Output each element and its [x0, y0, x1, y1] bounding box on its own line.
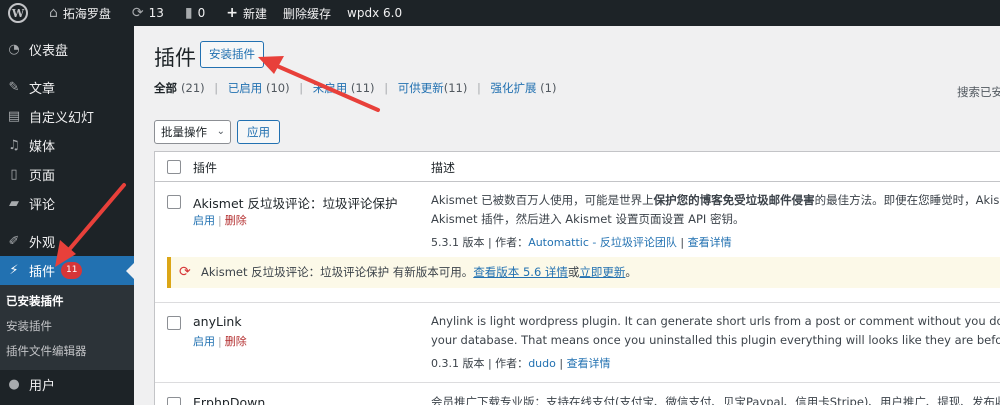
plugin-meta: 0.3.1 版本 | 作者：dudo | 查看详情: [431, 357, 611, 370]
sidebar-item-plugins[interactable]: ⚡ 插件 11: [0, 256, 134, 285]
sidebar-item-label: 用户: [29, 379, 56, 394]
sidebar-item-slides[interactable]: ▤ 自定义幻灯: [0, 102, 134, 131]
table-row: anyLink 启用 | 删除 Anylink is light wordpress…: [155, 303, 1000, 383]
update-now-link[interactable]: 立即更新: [579, 265, 625, 279]
plus-icon: +: [226, 5, 239, 21]
sidebar-item-dashboard[interactable]: ◔ 仪表盘: [0, 35, 134, 64]
comment-icon: ▰: [9, 196, 19, 211]
wpdx-label: wpdx 6.0: [347, 6, 403, 20]
delete-link[interactable]: 删除: [225, 335, 247, 348]
row-actions: 启用 | 删除: [193, 335, 247, 348]
wpdx-menu[interactable]: wpdx 6.0: [339, 0, 410, 26]
row-checkbox[interactable]: [167, 195, 181, 209]
plugin-name: anyLink: [193, 314, 242, 329]
site-name-menu[interactable]: ⌂ 拓海罗盘: [36, 0, 119, 26]
sidebar-item-comments[interactable]: ▰ 评论: [0, 189, 134, 218]
select-all-checkbox[interactable]: [167, 160, 181, 174]
wordpress-logo-icon: W: [8, 3, 28, 23]
updates-count: 13: [148, 6, 164, 20]
submenu-plugin-editor[interactable]: 插件文件编辑器: [0, 339, 134, 364]
dashboard-icon: ◔: [8, 42, 20, 57]
row-checkbox[interactable]: [167, 397, 181, 405]
activate-link[interactable]: 启用: [193, 335, 215, 348]
filter-all[interactable]: 全部 (21): [154, 81, 205, 95]
sidebar-item-label: 媒体: [29, 140, 56, 155]
plugins-table: 插件 描述 Akismet 反垃圾评论：垃圾评论保护 启用 | 删除 Akismet…: [154, 151, 1000, 405]
sidebar-item-appearance[interactable]: ✐ 外观: [0, 227, 134, 256]
plugin-name: Akismet 反垃圾评论：垃圾评论保护: [193, 196, 398, 211]
row-checkbox[interactable]: [167, 316, 181, 330]
site-name: 拓海罗盘: [62, 6, 111, 21]
view-details-link[interactable]: 查看详情: [567, 357, 611, 370]
filter-inactive[interactable]: 未启用 (11): [313, 81, 375, 95]
chevron-down-icon: ⌄: [216, 126, 225, 137]
table-row: ErphpDown 会员推广下载专业版：支持在线支付(支付宝、微信支付、贝宝Pa…: [155, 383, 1000, 405]
plugin-icon: ⚡: [9, 263, 19, 278]
clear-cache-button[interactable]: 删除缓存: [275, 0, 339, 26]
plugin-description: Anylink is light wordpress plugin. It ca…: [431, 314, 1000, 347]
sidebar-item-label: 插件: [29, 265, 56, 280]
user-icon: ●: [8, 377, 20, 392]
search-plugins-label: 搜索已安: [957, 85, 1000, 99]
new-label: 新建: [243, 6, 268, 21]
plugin-meta: 5.3.1 版本 | 作者：Automattic - 反垃圾评论团队 | 查看详…: [431, 236, 732, 249]
row-actions: 启用 | 删除: [193, 214, 247, 227]
plugin-name: ErphpDown: [193, 395, 266, 405]
sidebar-item-label: 评论: [29, 198, 56, 213]
plugins-submenu: 已安装插件 安装插件 插件文件编辑器: [0, 285, 134, 370]
sidebar-item-posts[interactable]: ✎ 文章: [0, 73, 134, 102]
sidebar-item-users[interactable]: ● 用户: [0, 370, 134, 399]
sidebar-item-label: 仪表盘: [29, 44, 69, 59]
comment-bubble-icon: ▮: [184, 5, 193, 21]
comments-count: 0: [197, 6, 206, 20]
sidebar-item-label: 外观: [29, 236, 56, 251]
apply-button[interactable]: 应用: [237, 120, 280, 144]
activate-link[interactable]: 启用: [193, 214, 215, 227]
add-plugin-button[interactable]: 安装插件: [200, 41, 264, 68]
main-content: 插件 安装插件 全部 (21) | 已启用 (10) | 未启用 (11) | …: [134, 26, 1000, 405]
appearance-icon: ✐: [8, 234, 20, 249]
sidebar-item-label: 自定义幻灯: [29, 111, 95, 126]
update-refresh-icon: ⟳: [179, 264, 191, 280]
page-icon: ▯: [10, 167, 18, 182]
home-icon: ⌂: [49, 5, 58, 21]
comments-menu[interactable]: ▮ 0: [172, 0, 213, 26]
wp-logo-menu[interactable]: W: [0, 0, 36, 26]
page-title: 插件: [154, 46, 196, 70]
bulk-action-value: 批量操作: [161, 125, 207, 139]
new-content-menu[interactable]: + 新建: [213, 0, 275, 26]
table-header: 插件 描述: [155, 152, 1000, 182]
slides-icon: ▤: [7, 109, 21, 124]
sidebar-item-label: 页面: [29, 169, 56, 184]
media-icon: ♫: [8, 138, 20, 153]
filter-extensions[interactable]: 强化扩展 (1): [491, 81, 557, 95]
sidebar-item-label: 文章: [29, 82, 56, 97]
view-version-details-link[interactable]: 查看版本 5.6 详情: [473, 265, 568, 279]
pin-icon: ✎: [8, 80, 20, 95]
sidebar-item-media[interactable]: ♫ 媒体: [0, 131, 134, 160]
plugin-status-filters: 全部 (21) | 已启用 (10) | 未启用 (11) | 可供更新(11)…: [154, 81, 557, 95]
admin-sidebar: ◔ 仪表盘 ✎ 文章 ▤ 自定义幻灯 ♫ 媒体 ▯ 页面 ▰ 评论 ✐ 外观 ⚡ 插件 11 已安…: [0, 26, 134, 405]
clear-cache-label: 删除缓存: [283, 6, 332, 21]
author-link[interactable]: Automattic - 反垃圾评论团队: [528, 236, 677, 249]
filter-update-available[interactable]: 可供更新(11): [398, 81, 468, 95]
column-plugin-header: 插件: [193, 161, 218, 175]
filter-active[interactable]: 已启用 (10): [228, 81, 290, 95]
author-link[interactable]: dudo: [528, 357, 556, 370]
sidebar-item-pages[interactable]: ▯ 页面: [0, 160, 134, 189]
submenu-add-plugins[interactable]: 安装插件: [0, 314, 134, 339]
updates-menu[interactable]: ⟳ 13: [119, 0, 172, 26]
plugin-description: 会员推广下载专业版：支持在线支付(支付宝、微信支付、贝宝Paypal、信用卡St…: [431, 395, 1000, 405]
update-notice: ⟳ Akismet 反垃圾评论：垃圾评论保护 有新版本可用。查看版本 5.6 详…: [167, 257, 1000, 288]
plugin-update-badge: 11: [61, 262, 83, 279]
delete-link[interactable]: 删除: [225, 214, 247, 227]
view-details-link[interactable]: 查看详情: [688, 236, 732, 249]
admin-bar: W ⌂ 拓海罗盘 ⟳ 13 ▮ 0 + 新建 删除缓存 wpdx 6.0: [0, 0, 1000, 26]
submenu-installed-plugins[interactable]: 已安装插件: [0, 289, 134, 314]
refresh-icon: ⟳: [131, 5, 144, 21]
plugin-description: Akismet 已被数百万人使用，可能是世界上保护您的博客免受垃圾邮件侵害的最佳…: [431, 193, 1000, 226]
bulk-action-select[interactable]: 批量操作 ⌄: [154, 120, 231, 144]
column-description-header: 描述: [431, 161, 456, 175]
